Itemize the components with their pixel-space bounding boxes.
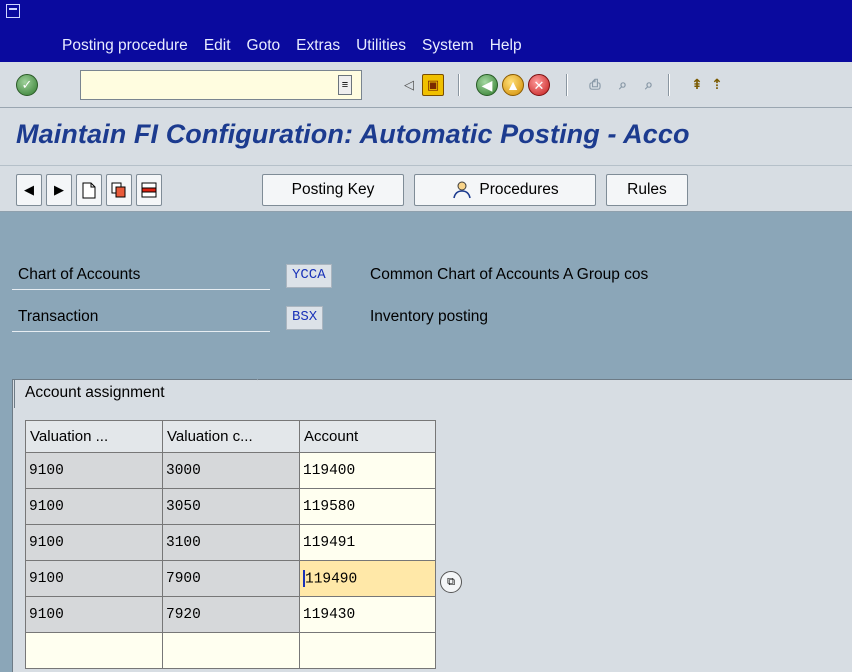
account-cell[interactable] xyxy=(299,632,436,669)
system-menu-icon[interactable] xyxy=(6,4,20,18)
command-field[interactable] xyxy=(80,70,362,100)
tab-account-assignment[interactable]: Account assignment xyxy=(14,379,277,408)
toolbar-separator xyxy=(668,74,670,96)
cancel-icon[interactable]: ✕ xyxy=(528,74,550,96)
account-assignment-table: Valuation ... Valuation c... Account 910… xyxy=(25,420,436,669)
standard-toolbar: ✓ ≡ ◁ ▣ ◀ ▲ ✕ ⎙ ⌕ ⌕ ⇞ ⇡ xyxy=(0,62,852,108)
chart-of-accounts-description: Common Chart of Accounts A Group cos xyxy=(370,266,649,283)
exit-icon[interactable]: ▲ xyxy=(502,74,524,96)
chart-of-accounts-field[interactable]: YCCA xyxy=(286,264,332,288)
page-title: Maintain FI Configuration: Automatic Pos… xyxy=(16,119,690,149)
application-toolbar: ◀ ▶ Posting Key Procedures Rules xyxy=(0,166,852,212)
account-cell-focused[interactable]: 119490 xyxy=(299,560,436,597)
menu-list: Posting procedure Edit Goto Extras Utili… xyxy=(62,37,538,55)
menu-system[interactable]: System xyxy=(422,37,474,55)
toolbar-separator xyxy=(458,74,460,96)
menu-edit[interactable]: Edit xyxy=(204,37,231,55)
chart-of-accounts-label: Chart of Accounts xyxy=(12,262,270,290)
first-page-icon[interactable]: ⇞ xyxy=(686,74,708,96)
column-header-valuation-modifier[interactable]: Valuation ... xyxy=(25,420,163,453)
table-row xyxy=(25,632,436,669)
valuation-class-cell: 3000 xyxy=(162,452,300,489)
transaction-label: Transaction xyxy=(12,304,270,332)
valuation-class-cell: 3050 xyxy=(162,488,300,525)
transaction-field[interactable]: BSX xyxy=(286,306,324,330)
account-cell[interactable]: 119400 xyxy=(299,452,436,489)
valuation-modifier-cell: 9100 xyxy=(25,488,163,525)
menu-bar: Posting procedure Edit Goto Extras Utili… xyxy=(0,0,852,62)
menu-help[interactable]: Help xyxy=(490,37,522,55)
previous-entry-button[interactable]: ◀ xyxy=(16,174,42,206)
column-header-account[interactable]: Account xyxy=(299,420,436,453)
find-icon[interactable]: ⌕ xyxy=(612,74,634,96)
account-cell[interactable]: 119430 xyxy=(299,596,436,633)
menu-posting-procedure[interactable]: Posting procedure xyxy=(62,37,188,55)
rules-button[interactable]: Rules xyxy=(606,174,688,206)
transaction-description: Inventory posting xyxy=(370,308,489,325)
delete-row-icon xyxy=(141,182,157,198)
valuation-modifier-cell: 9100 xyxy=(25,452,163,489)
table-row: 9100 7900 119490 xyxy=(25,560,436,597)
toolbar-separator xyxy=(566,74,568,96)
collapse-icon[interactable]: ◁ xyxy=(398,74,420,96)
triangle-left-icon: ◀ xyxy=(24,182,34,197)
valuation-modifier-cell: 9100 xyxy=(25,560,163,597)
enter-icon[interactable]: ✓ xyxy=(16,74,38,96)
triangle-right-icon: ▶ xyxy=(54,182,64,197)
command-input[interactable] xyxy=(81,71,361,99)
table-row: 9100 3100 119491 xyxy=(25,524,436,561)
valuation-class-cell: 3100 xyxy=(162,524,300,561)
valuation-class-cell: 7900 xyxy=(162,560,300,597)
valuation-modifier-cell[interactable] xyxy=(25,632,163,669)
menu-utilities[interactable]: Utilities xyxy=(356,37,406,55)
menu-goto[interactable]: Goto xyxy=(247,37,281,55)
column-header-valuation-class[interactable]: Valuation c... xyxy=(162,420,300,453)
table-row: 9100 3050 119580 xyxy=(25,488,436,525)
new-entry-button[interactable] xyxy=(76,174,102,206)
copy-icon xyxy=(111,182,126,198)
account-cell[interactable]: 119580 xyxy=(299,488,436,525)
document-icon xyxy=(82,182,96,198)
previous-page-icon[interactable]: ⇡ xyxy=(706,74,728,96)
rules-label: Rules xyxy=(627,181,667,198)
title-bar: Maintain FI Configuration: Automatic Pos… xyxy=(0,108,852,166)
copy-button[interactable] xyxy=(106,174,132,206)
back-icon[interactable]: ◀ xyxy=(476,74,498,96)
account-cell[interactable]: 119491 xyxy=(299,524,436,561)
tab-label: Account assignment xyxy=(25,384,165,401)
posting-key-button[interactable]: Posting Key xyxy=(262,174,404,206)
print-icon[interactable]: ⎙ xyxy=(584,74,606,96)
valuation-modifier-cell: 9100 xyxy=(25,524,163,561)
command-history-icon[interactable]: ≡ xyxy=(338,75,352,95)
posting-key-label: Posting Key xyxy=(291,181,375,198)
valuation-modifier-cell: 9100 xyxy=(25,596,163,633)
save-icon[interactable]: ▣ xyxy=(422,74,444,96)
menu-extras[interactable]: Extras xyxy=(296,37,340,55)
valuation-class-cell: 7920 xyxy=(162,596,300,633)
account-cell-value: 119490 xyxy=(305,571,358,588)
valuation-class-cell[interactable] xyxy=(162,632,300,669)
table-row: 9100 7920 119430 xyxy=(25,596,436,633)
next-entry-button[interactable]: ▶ xyxy=(46,174,72,206)
delete-button[interactable] xyxy=(136,174,162,206)
table-header-row: Valuation ... Valuation c... Account xyxy=(25,420,436,453)
user-icon xyxy=(453,181,472,199)
procedures-button[interactable]: Procedures xyxy=(414,174,596,206)
procedures-label: Procedures xyxy=(479,181,559,198)
value-help-icon[interactable]: ⧉ xyxy=(440,571,462,593)
table-row: 9100 3000 119400 xyxy=(25,452,436,489)
find-next-icon[interactable]: ⌕ xyxy=(638,74,660,96)
